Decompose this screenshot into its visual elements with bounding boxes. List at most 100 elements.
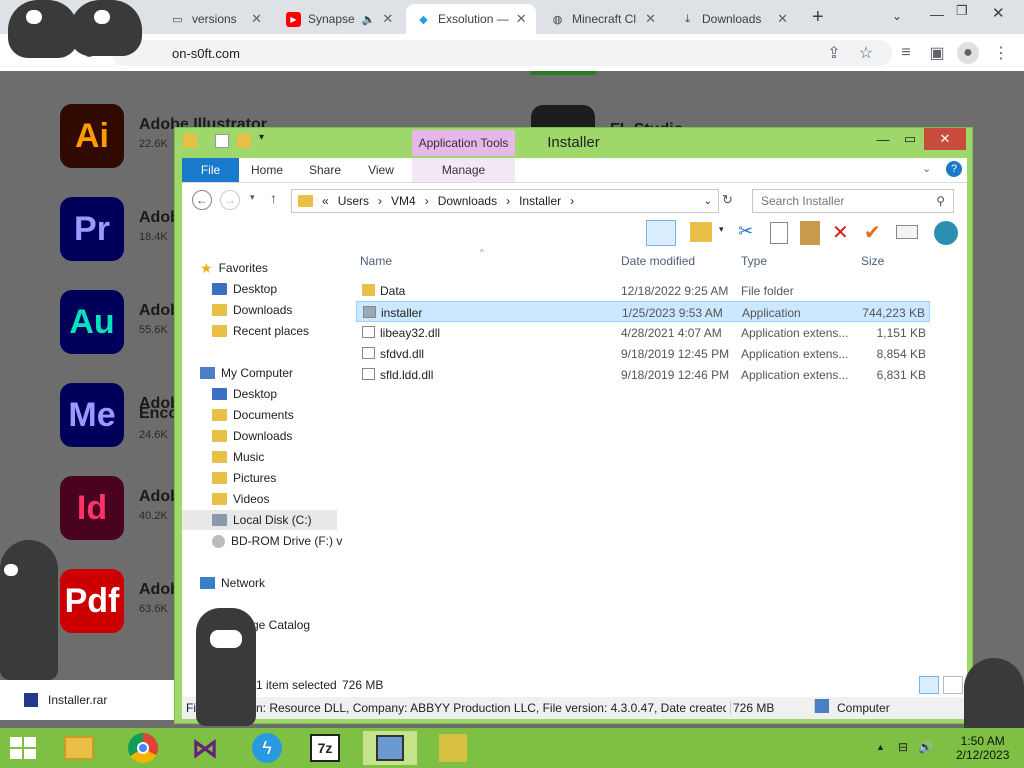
minimize-button[interactable]: — <box>930 6 944 22</box>
game-icon[interactable] <box>428 730 478 766</box>
tab-view[interactable]: View <box>358 158 404 182</box>
expand-ribbon-chevron-icon[interactable]: ⌄ <box>922 162 931 175</box>
tab-minecraft[interactable]: ◍ Minecraft Cl ✕ <box>540 4 666 34</box>
tab-exsolution[interactable]: ◆ Exsolution — ✕ <box>406 4 536 34</box>
app-logo[interactable]: Ai <box>60 104 124 168</box>
tab-versions[interactable]: ▭ versions ✕ <box>160 4 272 34</box>
file-explorer-icon[interactable] <box>54 730 104 766</box>
breadcrumb[interactable]: « Users › VM4 › Downloads › Installer › ⌄ <box>291 189 719 213</box>
preview-pane-icon[interactable] <box>646 220 676 246</box>
media-control-icon[interactable]: ≡ <box>895 42 917 64</box>
rename-icon[interactable] <box>896 225 918 239</box>
address-dropdown-chevron-icon[interactable]: ⌄ <box>704 196 712 207</box>
nav-fav-recent[interactable]: Recent places <box>212 321 309 341</box>
breadcrumb-vm4[interactable]: VM4 <box>391 194 416 208</box>
volume-icon[interactable]: 🔊 <box>918 740 933 754</box>
nav-network[interactable]: Network <box>200 573 265 593</box>
installer-icon[interactable] <box>362 730 418 766</box>
column-date-modified[interactable]: Date modified <box>621 254 695 268</box>
close-icon[interactable]: ✕ <box>382 11 393 27</box>
tab-synapse[interactable]: ▶ Synapse 🔈 ✕ <box>276 4 402 34</box>
details-view-icon[interactable] <box>919 676 939 694</box>
chevron-right-icon[interactable]: › <box>378 194 382 208</box>
nav-fav-desktop[interactable]: Desktop <box>212 279 277 299</box>
tab-home[interactable]: Home <box>244 158 290 182</box>
close-button[interactable]: ✕ <box>924 128 966 150</box>
menu-kebab-icon[interactable]: ⋮ <box>990 42 1012 64</box>
copy-icon[interactable] <box>770 222 788 244</box>
search-icon[interactable]: ⚲ <box>936 194 945 208</box>
nav-bd-rom[interactable]: BD-ROM Drive (F:) v <box>212 531 342 551</box>
nav-my-computer[interactable]: My Computer <box>200 363 293 383</box>
help-icon[interactable]: ? <box>946 161 962 177</box>
search-input[interactable]: Search Installer ⚲ <box>752 189 954 213</box>
download-shelf-item[interactable]: Installer.rar <box>0 680 174 720</box>
7zip-icon[interactable]: 7z <box>300 730 350 766</box>
breadcrumb-installer[interactable]: Installer <box>519 194 561 208</box>
nav-favorites[interactable]: ★ Favorites <box>200 258 268 278</box>
share-icon[interactable]: ⇪ <box>823 42 845 64</box>
network-status-icon[interactable]: ⊟ <box>898 740 908 754</box>
tab-downloads[interactable]: ⤓ Downloads ✕ <box>670 4 798 34</box>
breadcrumb-downloads[interactable]: Downloads <box>438 194 497 208</box>
app-logo[interactable]: Id <box>60 476 124 540</box>
file-row[interactable]: Data 12/18/2022 9:25 AM File folder <box>356 280 930 301</box>
file-row[interactable]: libeay32.dll 4/28/2021 4:07 AM Application… <box>356 322 930 343</box>
address-bar[interactable]: on-s0ft.com <box>112 40 892 66</box>
chevron-right-icon[interactable]: › <box>506 194 510 208</box>
tab-share[interactable]: Share <box>300 158 350 182</box>
close-icon[interactable]: ✕ <box>777 11 788 27</box>
chevron-right-icon[interactable]: › <box>570 194 574 208</box>
paste-icon[interactable] <box>800 221 820 245</box>
chrome-icon[interactable] <box>118 730 168 766</box>
chevron-right-icon[interactable]: › <box>425 194 429 208</box>
close-icon[interactable]: ✕ <box>516 11 527 27</box>
checkmark-icon[interactable]: ✔ <box>864 220 881 245</box>
app-logo[interactable]: Pr <box>60 197 124 261</box>
nav-downloads[interactable]: Downloads <box>212 426 292 446</box>
close-window-button[interactable]: ✕ <box>992 4 1005 22</box>
globe-icon[interactable] <box>934 221 958 245</box>
tab-manage[interactable]: Manage <box>412 158 515 182</box>
refresh-icon[interactable]: ↻ <box>722 192 733 208</box>
profile-icon[interactable]: ● <box>957 42 979 64</box>
nav-music[interactable]: Music <box>212 447 264 467</box>
app-logo[interactable]: Au <box>60 290 124 354</box>
tab-search-chevron-icon[interactable]: ⌄ <box>892 9 902 23</box>
cut-icon[interactable]: ✂ <box>738 221 753 242</box>
back-button[interactable]: ← <box>192 190 212 210</box>
nav-videos[interactable]: Videos <box>212 489 269 509</box>
app-logo[interactable]: Pdf <box>60 569 124 633</box>
file-row[interactable]: installer 1/25/2023 9:53 AM Application 744… <box>356 301 930 322</box>
forward-button[interactable]: → <box>220 190 240 210</box>
speaker-icon[interactable]: 🔈 <box>362 13 376 26</box>
nav-pictures[interactable]: Pictures <box>212 468 276 488</box>
column-size[interactable]: Size <box>861 254 884 268</box>
large-icons-view-icon[interactable] <box>943 676 963 694</box>
nav-fav-downloads[interactable]: Downloads <box>212 300 292 320</box>
recent-locations-chevron-icon[interactable]: ▾ <box>250 192 255 203</box>
nav-desktop[interactable]: Desktop <box>212 384 277 404</box>
close-icon[interactable]: ✕ <box>251 11 262 27</box>
tab-file[interactable]: File <box>182 158 239 182</box>
windows-start-icon[interactable] <box>10 737 36 759</box>
nav-documents[interactable]: Documents <box>212 405 294 425</box>
move-to-icon[interactable] <box>690 222 712 242</box>
app-title-line2[interactable]: Enco <box>139 405 178 423</box>
file-row[interactable]: sfdvd.dll 9/18/2019 12:45 PM Application e… <box>356 343 930 364</box>
visual-studio-icon[interactable]: ⋈ <box>180 730 230 766</box>
column-type[interactable]: Type <box>741 254 767 268</box>
up-arrow-icon[interactable]: ↑ <box>270 190 277 206</box>
maximize-button[interactable]: ▭ <box>895 128 925 150</box>
breadcrumb-overflow[interactable]: « <box>322 194 329 208</box>
clock[interactable]: 1:50 AM 2/12/2023 <box>956 734 1009 762</box>
nav-local-disk[interactable]: Local Disk (C:) <box>182 510 337 530</box>
thunder-icon[interactable]: ϟ <box>242 730 292 766</box>
dropdown-chevron-icon[interactable]: ▾ <box>719 224 724 235</box>
breadcrumb-users[interactable]: Users <box>338 194 369 208</box>
show-hidden-icons-chevron-icon[interactable]: ▲ <box>876 742 885 752</box>
minimize-button[interactable]: — <box>868 128 898 150</box>
delete-icon[interactable]: ✕ <box>832 220 849 245</box>
new-tab-button[interactable]: + <box>812 6 824 29</box>
bookmark-star-icon[interactable]: ☆ <box>855 42 877 64</box>
